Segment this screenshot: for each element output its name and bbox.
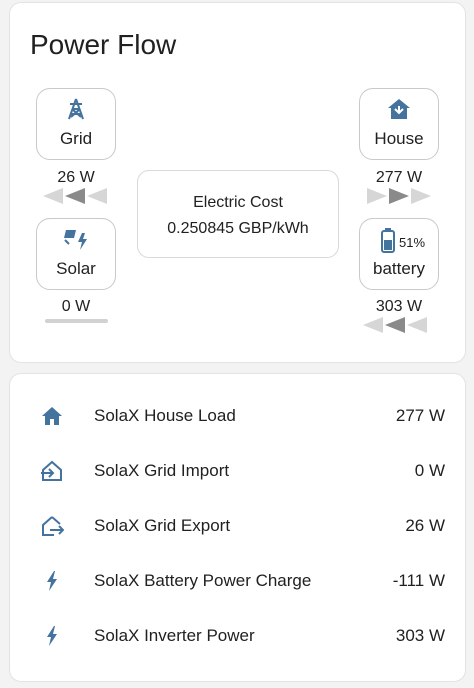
entity-row-grid-import[interactable]: SolaX Grid Import 0 W bbox=[10, 451, 465, 491]
battery-percent: 51% bbox=[398, 235, 426, 250]
grid-power-value: 26 W bbox=[57, 169, 95, 186]
home-lightning-icon bbox=[360, 97, 438, 121]
solar-flow-line bbox=[45, 319, 108, 323]
home-import-icon bbox=[40, 459, 64, 483]
entity-name: SolaX Battery Power Charge bbox=[94, 571, 312, 590]
entity-value: 277 W bbox=[395, 406, 445, 425]
entity-value: 26 W bbox=[405, 516, 445, 535]
entity-name: SolaX Grid Export bbox=[94, 516, 231, 535]
battery-node[interactable]: 51% battery bbox=[359, 218, 439, 290]
entity-row-grid-export[interactable]: SolaX Grid Export 26 W bbox=[10, 506, 465, 546]
battery-icon: 51% bbox=[366, 227, 438, 253]
house-node[interactable]: House bbox=[359, 88, 439, 160]
solar-power-value: 0 W bbox=[61, 298, 91, 315]
cost-label: Electric Cost bbox=[193, 194, 283, 211]
lightning-bolt-icon bbox=[40, 624, 64, 648]
entity-name: SolaX Inverter Power bbox=[94, 626, 255, 645]
solar-power-icon bbox=[37, 227, 115, 251]
entity-name: SolaX Grid Import bbox=[94, 461, 230, 480]
entities-card: SolaX House Load 277 W SolaX Grid Import… bbox=[9, 373, 466, 682]
entity-row-house-load[interactable]: SolaX House Load 277 W bbox=[10, 396, 465, 436]
battery-power-value: 303 W bbox=[375, 298, 423, 315]
power-flow-card: Power Flow Grid 26 W Solar 0 W Electric … bbox=[9, 2, 466, 363]
electric-cost-box: Electric Cost 0.250845 GBP/kWh bbox=[137, 170, 339, 258]
entity-name: SolaX House Load bbox=[94, 406, 236, 425]
transmission-tower-icon bbox=[37, 97, 115, 121]
house-label: House bbox=[374, 129, 424, 148]
cost-value: 0.250845 GBP/kWh bbox=[167, 220, 309, 237]
house-flow-arrows bbox=[364, 188, 434, 204]
card-title: Power Flow bbox=[30, 29, 177, 60]
house-power-value: 277 W bbox=[375, 169, 423, 186]
grid-flow-arrows bbox=[40, 188, 110, 204]
grid-node[interactable]: Grid bbox=[36, 88, 116, 160]
entity-value: 303 W bbox=[395, 626, 445, 645]
grid-label: Grid bbox=[59, 129, 93, 148]
battery-flow-arrows bbox=[360, 317, 430, 333]
solar-label: Solar bbox=[56, 259, 96, 278]
home-export-icon bbox=[40, 514, 65, 538]
entity-value: -111 W bbox=[392, 571, 445, 590]
entity-row-battery-charge[interactable]: SolaX Battery Power Charge -111 W bbox=[10, 561, 465, 601]
battery-label: battery bbox=[373, 259, 425, 278]
home-icon bbox=[40, 404, 64, 428]
entity-value: 0 W bbox=[414, 461, 445, 480]
entity-row-inverter-power[interactable]: SolaX Inverter Power 303 W bbox=[10, 616, 465, 656]
lightning-bolt-icon bbox=[40, 569, 64, 593]
solar-node[interactable]: Solar bbox=[36, 218, 116, 290]
